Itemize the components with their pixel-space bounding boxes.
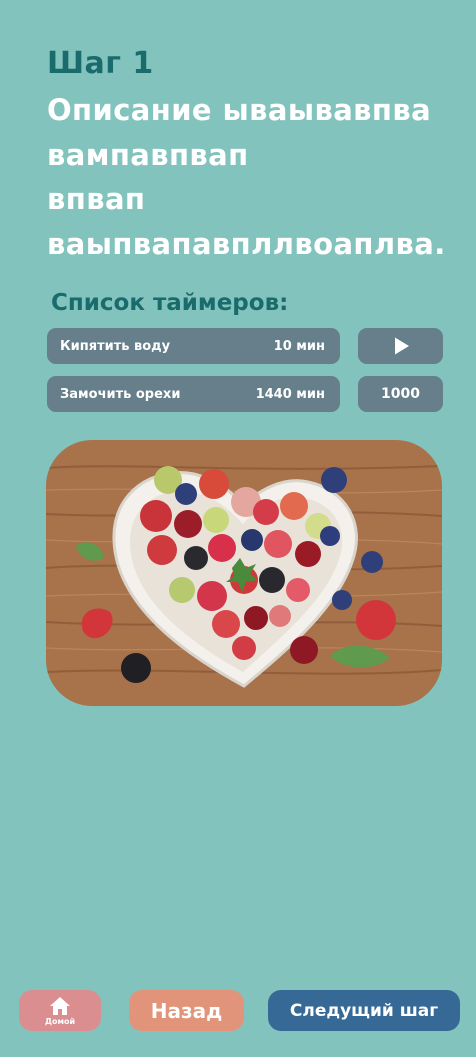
timer-name: Кипятить воду — [60, 338, 171, 354]
timer-duration: 10 мин — [273, 338, 325, 354]
play-icon — [394, 337, 409, 355]
home-button[interactable]: Домой — [19, 990, 101, 1031]
start-timer-button[interactable] — [358, 328, 443, 364]
timer-row: Замочить орехи 1440 мин 1000 — [47, 376, 443, 412]
timers-list-title: Список таймеров: — [51, 290, 289, 316]
timer-duration: 1440 мин — [255, 386, 325, 402]
home-button-label: Домой — [44, 1016, 76, 1026]
step-title: Шаг 1 — [47, 46, 154, 81]
step-photo — [46, 440, 442, 706]
timer-name: Замочить орехи — [60, 386, 181, 402]
timer-item[interactable]: Замочить орехи 1440 мин — [47, 376, 340, 412]
step-description: Описание ываывавпва вампавпвап впвап ваы… — [47, 93, 446, 261]
home-icon — [50, 996, 70, 1015]
timer-row: Кипятить воду 10 мин — [47, 328, 443, 364]
next-step-button[interactable]: Следущий шаг — [268, 990, 460, 1031]
fruit-salad-image — [46, 440, 442, 706]
recipe-step-screen: Шаг 1 Описание ываывавпва вампавпвап впв… — [0, 0, 476, 1057]
timer-item[interactable]: Кипятить воду 10 мин — [47, 328, 340, 364]
timer-countdown-button[interactable]: 1000 — [358, 376, 443, 412]
timer-remaining-value: 1000 — [381, 386, 420, 402]
back-button[interactable]: Назад — [129, 990, 244, 1031]
